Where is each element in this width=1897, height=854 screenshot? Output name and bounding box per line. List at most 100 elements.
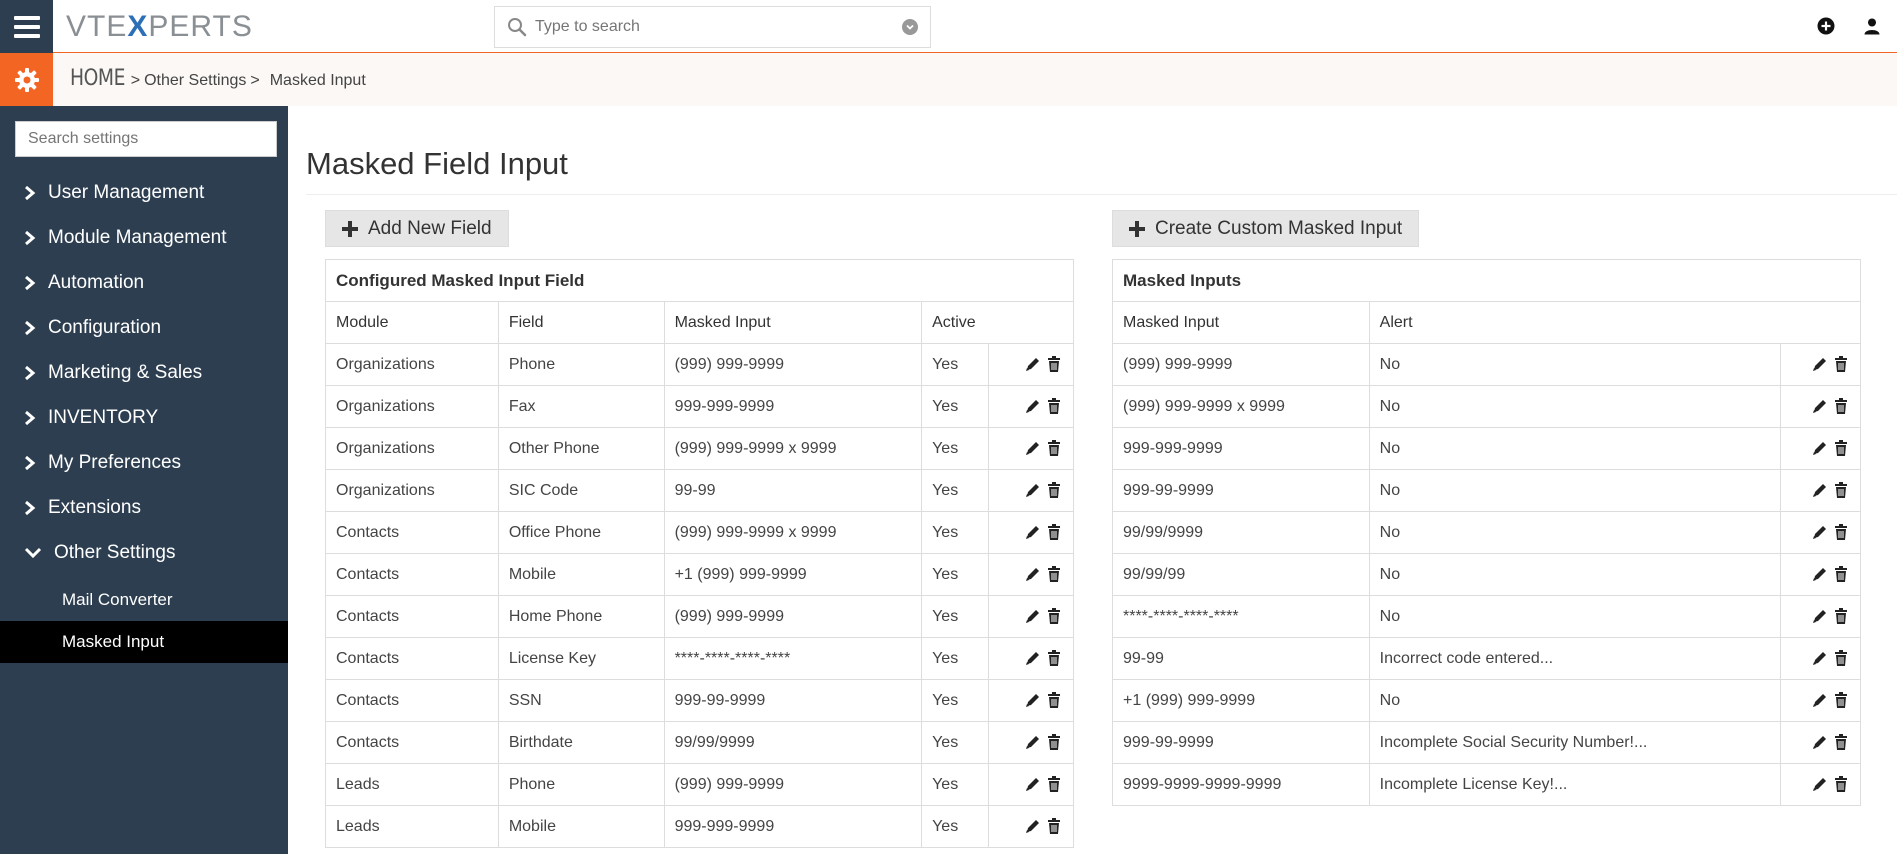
pencil-icon[interactable] [1811,355,1829,373]
pencil-icon[interactable] [1024,649,1042,667]
table-row[interactable]: (999) 999-9999 x 9999 No [1112,385,1861,428]
table-row[interactable]: 999-999-9999 No [1112,427,1861,470]
sidebar-item-configuration[interactable]: Configuration [0,305,288,350]
trash-icon[interactable] [1832,775,1850,793]
app-logo[interactable]: VTEXPERTS [66,10,253,44]
table-row[interactable]: Contacts Office Phone (999) 999-9999 x 999… [325,511,1074,554]
masked-inputs-table: Masked Inputs Masked Input Alert (999) 9… [1112,259,1862,806]
sidebar-item-user-management[interactable]: User Management [0,170,288,215]
trash-icon[interactable] [1832,649,1850,667]
pencil-icon[interactable] [1024,397,1042,415]
module-cell: Leads [325,805,499,848]
trash-icon[interactable] [1045,775,1063,793]
user-icon[interactable] [1861,15,1883,37]
chevron-down-circle-icon[interactable] [902,19,918,35]
trash-icon[interactable] [1045,481,1063,499]
sidebar-item-my-preferences[interactable]: My Preferences [0,440,288,485]
field-cell: License Key [497,637,665,680]
settings-button[interactable] [0,53,53,106]
pencil-icon[interactable] [1811,397,1829,415]
table-row[interactable]: 99-99 Incorrect code entered... [1112,637,1861,680]
table-row[interactable]: 999-99-9999 No [1112,469,1861,512]
sidebar-item-extensions[interactable]: Extensions [0,485,288,530]
table-row[interactable]: Leads Phone (999) 999-9999 Yes [325,763,1074,806]
add-new-field-button[interactable]: Add New Field [325,210,509,247]
table-row[interactable]: ****-****-****-**** No [1112,595,1861,638]
trash-icon[interactable] [1045,523,1063,541]
sidebar-item-module-management[interactable]: Module Management [0,215,288,260]
pencil-icon[interactable] [1811,775,1829,793]
table-row[interactable]: 99/99/99 No [1112,553,1861,596]
trash-icon[interactable] [1045,565,1063,583]
table-row[interactable]: Contacts SSN 999-99-9999 Yes [325,679,1074,722]
pencil-icon[interactable] [1024,481,1042,499]
table-row[interactable]: Organizations Phone (999) 999-9999 Yes [325,343,1074,386]
table-caption: Masked Inputs [1112,259,1861,302]
pencil-icon[interactable] [1024,607,1042,625]
trash-icon[interactable] [1045,733,1063,751]
table-row[interactable]: 99/99/9999 No [1112,511,1861,554]
table-row[interactable]: Leads Mobile 999-999-9999 Yes [325,805,1074,848]
pencil-icon[interactable] [1811,523,1829,541]
trash-icon[interactable] [1832,733,1850,751]
trash-icon[interactable] [1045,439,1063,457]
trash-icon[interactable] [1045,691,1063,709]
settings-search-input[interactable] [15,121,277,157]
hamburger-menu-button[interactable] [0,0,53,53]
table-row[interactable]: Organizations Other Phone (999) 999-9999 x… [325,427,1074,470]
table-row[interactable]: Organizations Fax 999-999-9999 Yes [325,385,1074,428]
table-row[interactable]: Contacts Home Phone (999) 999-9999 Yes [325,595,1074,638]
table-row[interactable]: 9999-9999-9999-9999 Incomplete License Ke… [1112,763,1861,806]
plus-circle-icon[interactable] [1815,15,1837,37]
trash-icon[interactable] [1832,355,1850,373]
pencil-icon[interactable] [1024,733,1042,751]
trash-icon[interactable] [1832,523,1850,541]
sidebar-item-inventory[interactable]: INVENTORY [0,395,288,440]
pencil-icon[interactable] [1024,355,1042,373]
sidebar-subitem-mail-converter[interactable]: Mail Converter [0,579,288,621]
table-row[interactable]: +1 (999) 999-9999 No [1112,679,1861,722]
table-row[interactable]: Organizations SIC Code 99-99 Yes [325,469,1074,512]
trash-icon[interactable] [1832,565,1850,583]
trash-icon[interactable] [1832,397,1850,415]
field-cell: SIC Code [497,469,665,512]
trash-icon[interactable] [1045,355,1063,373]
breadcrumb-home[interactable]: HOME [70,66,125,91]
trash-icon[interactable] [1045,607,1063,625]
table-row[interactable]: Contacts Mobile +1 (999) 999-9999 Yes [325,553,1074,596]
trash-icon[interactable] [1832,439,1850,457]
pencil-icon[interactable] [1024,565,1042,583]
table-row[interactable]: (999) 999-9999 No [1112,343,1861,386]
pencil-icon[interactable] [1811,649,1829,667]
sidebar-subitem-masked-input[interactable]: Masked Input [0,621,288,663]
pencil-icon[interactable] [1024,817,1042,835]
pencil-icon[interactable] [1024,691,1042,709]
table-row[interactable]: 999-99-9999 Incomplete Social Security Nu… [1112,721,1861,764]
trash-icon[interactable] [1045,817,1063,835]
pencil-icon[interactable] [1024,523,1042,541]
pencil-icon[interactable] [1811,481,1829,499]
trash-icon[interactable] [1045,649,1063,667]
table-row[interactable]: Contacts Birthdate 99/99/9999 Yes [325,721,1074,764]
row-actions [988,637,1074,680]
pencil-icon[interactable] [1024,439,1042,457]
pencil-icon[interactable] [1811,439,1829,457]
trash-icon[interactable] [1832,607,1850,625]
module-cell: Organizations [325,385,499,428]
sidebar-item-marketing-sales[interactable]: Marketing & Sales [0,350,288,395]
trash-icon[interactable] [1832,481,1850,499]
sidebar-item-other-settings[interactable]: Other Settings [0,530,288,575]
breadcrumb-current: Masked Input [269,72,366,89]
pencil-icon[interactable] [1811,607,1829,625]
trash-icon[interactable] [1832,691,1850,709]
global-search-input[interactable] [535,18,902,36]
pencil-icon[interactable] [1811,691,1829,709]
trash-icon[interactable] [1045,397,1063,415]
pencil-icon[interactable] [1811,565,1829,583]
create-custom-masked-input-button[interactable]: Create Custom Masked Input [1112,210,1420,247]
table-row[interactable]: Contacts License Key ****-****-****-**** Ye… [325,637,1074,680]
pencil-icon[interactable] [1811,733,1829,751]
pencil-icon[interactable] [1024,775,1042,793]
breadcrumb-other-settings[interactable]: Other Settings [144,72,246,90]
sidebar-item-automation[interactable]: Automation [0,260,288,305]
